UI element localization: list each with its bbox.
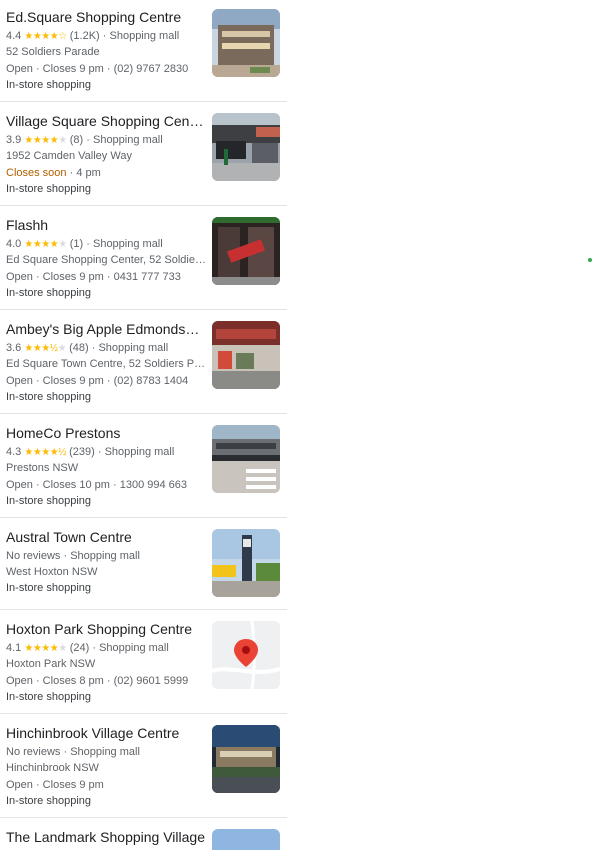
hours-phone: Closes soon · 4 pm [6,167,101,179]
category: Shopping mall [92,134,163,146]
address: Ed Square Town Centre, 52 Soldiers Par..… [6,358,206,370]
address: Prestons NSW [6,462,79,474]
result-name[interactable]: Hinchinbrook Village Centre [6,723,206,743]
result-name[interactable]: Hoxton Park Shopping Centre [6,619,206,639]
address: Hinchinbrook NSW [6,762,99,774]
rating-row: 4.1 ★★★★★ (24) · Shopping mall [6,642,169,654]
star-rating-icon: ★★★★½ [24,447,67,458]
place-photo[interactable] [212,321,280,389]
category: Shopping mall [92,238,163,250]
hours-phone: Open · Closes 9 pm · 0431 777 733 [6,271,181,283]
service-option: In-store shopping [6,795,91,807]
rating-value: 3.9 [6,134,22,146]
category: Shopping mall [109,30,180,42]
rating-row: 3.9 ★★★★★ (8) · Shopping mall [6,134,163,146]
status-dot [588,258,592,262]
hours-phone: Open · Closes 10 pm · 1300 994 663 [6,479,188,491]
place-photo[interactable] [212,425,280,493]
review-count: No reviews [6,550,61,562]
result-item[interactable]: Hinchinbrook Village Centre No reviews ·… [0,714,287,818]
result-name[interactable]: HomeCo Prestons [6,423,206,443]
rating-value: 4.0 [6,238,22,250]
rating-row: 3.6 ★★★½★ (48) · Shopping mall [6,342,169,354]
address: Hoxton Park NSW [6,658,96,670]
hours-phone: Open · Closes 9 pm · (02) 9767 2830 [6,63,189,75]
service-option: In-store shopping [6,183,91,195]
result-name[interactable]: The Landmark Shopping Village [6,827,206,847]
rating-row: No reviews · Shopping mall [6,550,140,562]
result-name[interactable]: Ed.Square Shopping Centre [6,7,206,27]
closes-soon-status: Closes soon [6,167,67,179]
place-photo[interactable] [212,829,280,850]
place-photo[interactable] [212,9,280,77]
rating-row: 4.4 ★★★★☆ (1.2K) · Shopping mall [6,30,180,42]
review-count: (1) [69,238,84,250]
rating-row: 4.3 ★★★★½ (239) · Shopping mall [6,446,175,458]
service-option: In-store shopping [6,287,91,299]
address: 1952 Camden Valley Way [6,150,132,162]
rating-row: No reviews · Shopping mall [6,746,140,758]
address: Ed Square Shopping Center, 52 Soldiers..… [6,254,206,266]
category: Shopping mall [98,342,169,354]
place-photo[interactable] [212,217,280,285]
rating-row: 4.0 ★★★★★ (1) · Shopping mall [6,238,163,250]
result-item[interactable]: The Landmark Shopping Village [0,818,287,850]
star-rating-icon: ★★★½★ [24,343,67,354]
star-rating-icon: ★★★★☆ [24,31,67,42]
category: Shopping mall [104,446,175,458]
review-count: (8) [69,134,84,146]
address: West Hoxton NSW [6,566,98,578]
review-count: (1.2K) [69,30,100,42]
service-option: In-store shopping [6,495,91,507]
rating-value: 3.6 [6,342,22,354]
result-name[interactable]: Austral Town Centre [6,527,206,547]
place-photo[interactable] [212,113,280,181]
rating-value: 4.3 [6,446,22,458]
service-option: In-store shopping [6,582,91,594]
result-item[interactable]: Austral Town Centre No reviews · Shoppin… [0,518,287,610]
result-name[interactable]: Flashh [6,215,206,235]
service-option: In-store shopping [6,391,91,403]
review-count: (24) [69,642,90,654]
category: Shopping mall [70,746,140,758]
result-item[interactable]: HomeCo Prestons 4.3 ★★★★½ (239) · Shoppi… [0,414,287,518]
hours-phone: Open · Closes 9 pm · (02) 8783 1404 [6,375,189,387]
map-thumbnail[interactable] [212,621,280,689]
star-rating-icon: ★★★★★ [24,135,67,146]
category: Shopping mall [70,550,140,562]
results-list: Ed.Square Shopping Centre 4.4 ★★★★☆ (1.2… [0,0,287,850]
address: 52 Soldiers Parade [6,46,100,58]
rating-value: 4.1 [6,642,22,654]
service-option: In-store shopping [6,79,91,91]
hours-phone: Open · Closes 8 pm · (02) 9601 5999 [6,675,189,687]
review-count: No reviews [6,746,61,758]
service-option: In-store shopping [6,691,91,703]
category: Shopping mall [99,642,169,654]
result-item[interactable]: Village Square Shopping Centre... 3.9 ★★… [0,102,287,206]
result-item[interactable]: Ambey's Big Apple Edmondson... 3.6 ★★★½★… [0,310,287,414]
hours-phone: Open · Closes 9 pm [6,779,104,791]
review-count: (239) [69,446,95,458]
star-rating-icon: ★★★★★ [24,643,67,654]
rating-value: 4.4 [6,30,22,42]
result-name[interactable]: Ambey's Big Apple Edmondson... [6,319,206,339]
result-item[interactable]: Flashh 4.0 ★★★★★ (1) · Shopping mall Ed … [0,206,287,310]
place-photo[interactable] [212,529,280,597]
review-count: (48) [69,342,89,354]
star-rating-icon: ★★★★★ [24,239,67,250]
result-item[interactable]: Hoxton Park Shopping Centre 4.1 ★★★★★ (2… [0,610,287,714]
place-photo[interactable] [212,725,280,793]
result-item[interactable]: Ed.Square Shopping Centre 4.4 ★★★★☆ (1.2… [0,0,287,102]
result-name[interactable]: Village Square Shopping Centre... [6,111,206,131]
